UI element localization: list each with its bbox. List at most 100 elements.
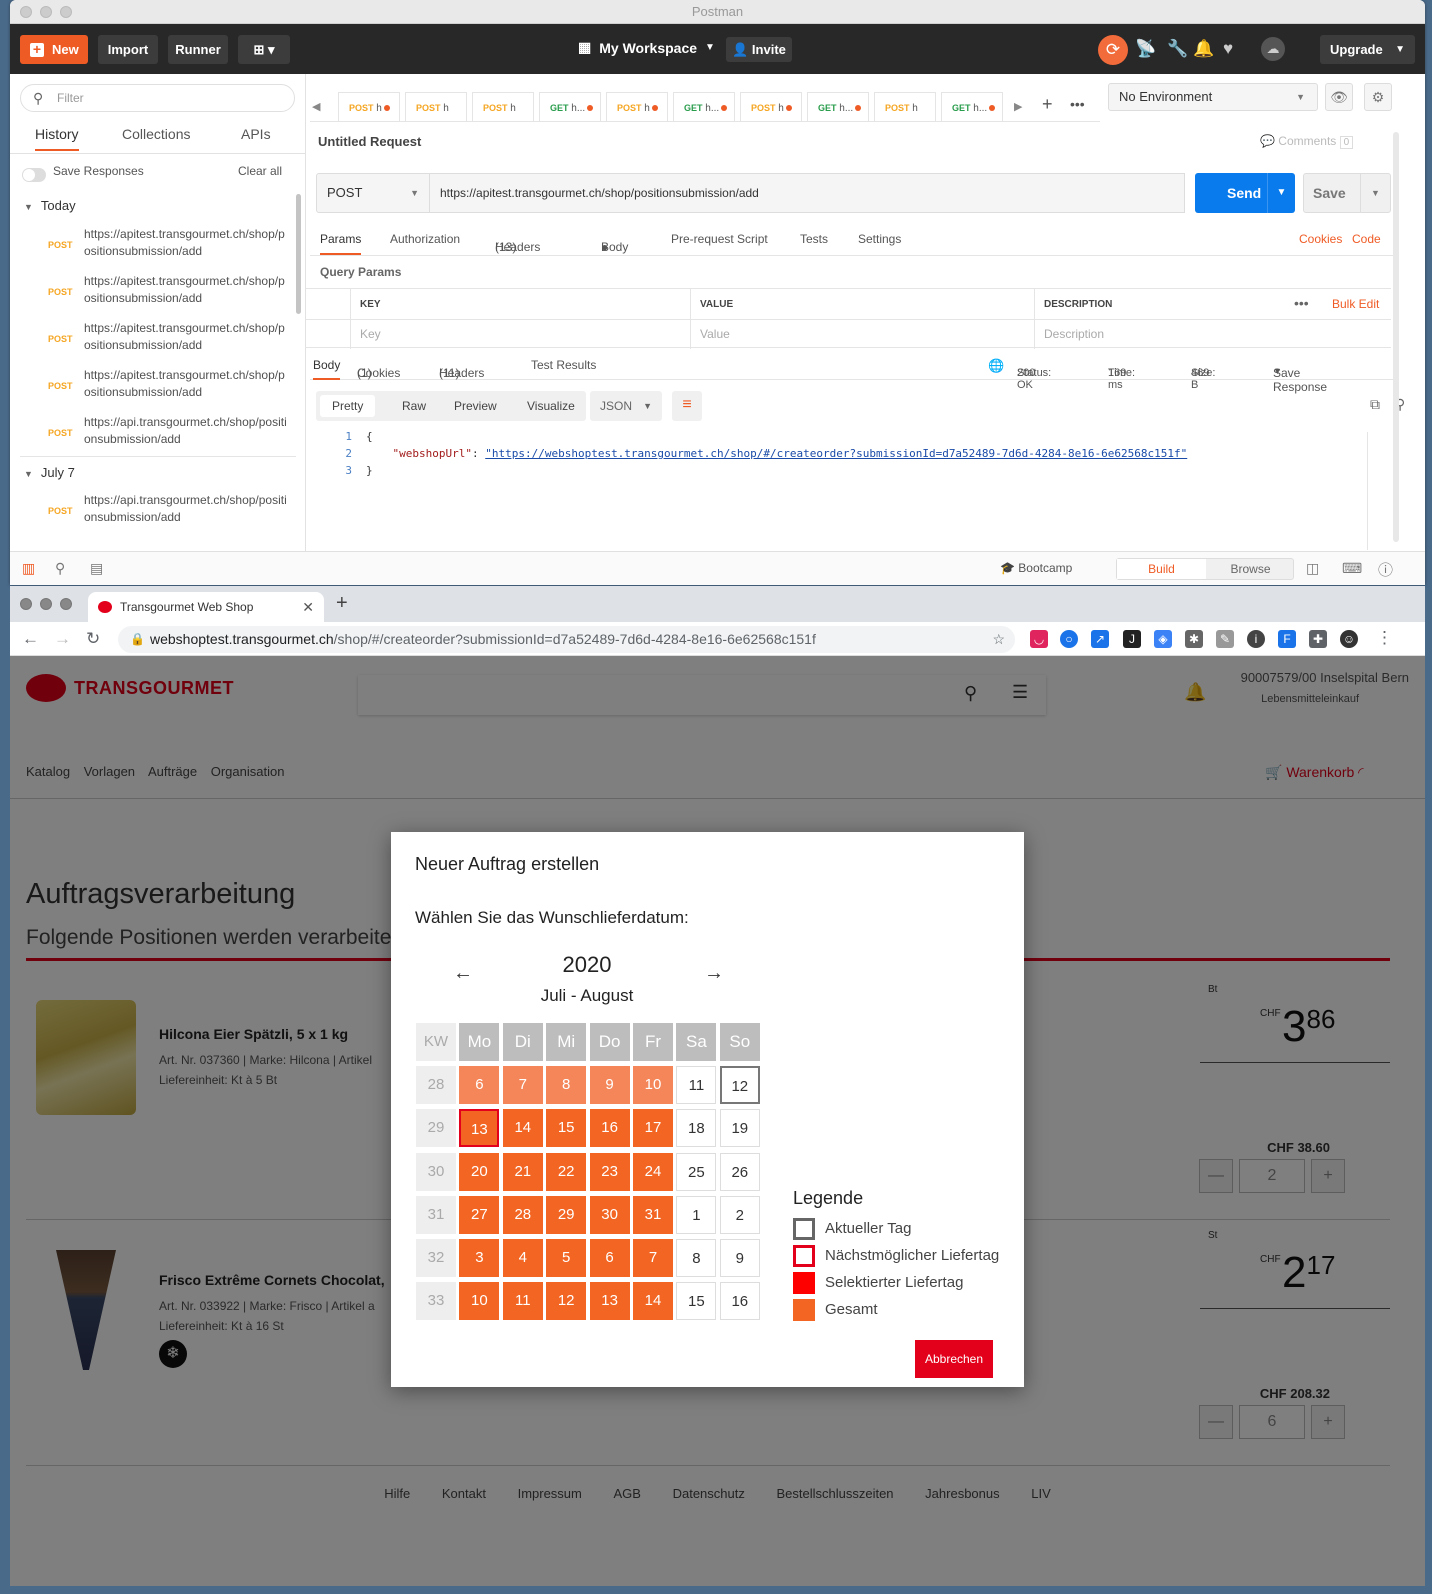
calendar-day-available[interactable]: 6 xyxy=(589,1239,630,1277)
calendar-day-available[interactable]: 20 xyxy=(459,1152,500,1191)
json-url-value[interactable]: "https://webshoptest.transgourmet.ch/sho… xyxy=(485,447,1187,460)
workspace-selector[interactable]: ▦ My Workspace ▼ xyxy=(578,39,715,56)
forward-icon[interactable]: → xyxy=(54,629,71,649)
satellite-icon[interactable]: 📡 xyxy=(1135,39,1156,59)
save-button[interactable]: Save ▼ xyxy=(1303,173,1391,213)
calendar-day-available[interactable]: 7 xyxy=(502,1066,543,1105)
cookies-link[interactable]: Cookies xyxy=(1299,232,1342,246)
request-tab[interactable]: POST h xyxy=(606,92,668,122)
copy-icon[interactable]: ⧉ xyxy=(1370,396,1380,413)
calendar-day-available[interactable]: 14 xyxy=(633,1282,673,1321)
minimize-window-button[interactable] xyxy=(40,6,52,18)
request-tab[interactable]: POST h xyxy=(874,92,936,122)
import-button[interactable]: Import xyxy=(98,35,158,64)
calendar-day-available[interactable]: 4 xyxy=(502,1239,543,1277)
calendar-day-available[interactable]: 15 xyxy=(546,1109,587,1148)
new-window-dropdown[interactable]: ⊞ ▾ xyxy=(238,35,290,64)
close-tab-icon[interactable]: ✕ xyxy=(302,592,314,622)
scroll-left-icon[interactable]: ◀ xyxy=(312,100,320,113)
bulk-edit-link[interactable]: Bulk Edit xyxy=(1332,297,1379,311)
address-bar[interactable]: 🔒 webshoptest.transgourmet.ch/shop/#/cre… xyxy=(118,626,1015,653)
bootcamp-button[interactable]: 🎓 Bootcamp xyxy=(1000,561,1072,575)
browse-button[interactable]: Browse xyxy=(1206,559,1295,579)
value-input[interactable]: Value xyxy=(700,327,730,341)
view-pretty[interactable]: Pretty xyxy=(320,395,376,417)
calendar-day-available[interactable]: 6 xyxy=(459,1066,500,1105)
share-icon[interactable]: ↗ xyxy=(1091,630,1109,648)
format-select[interactable]: JSON ▼ xyxy=(590,391,662,421)
tab-history[interactable]: History xyxy=(35,126,79,151)
send-button[interactable]: Send ▼ xyxy=(1195,173,1295,213)
history-item[interactable]: POST https://apitest.transgourmet.ch/shop… xyxy=(10,320,296,367)
add-tab-icon[interactable]: + xyxy=(1042,94,1053,115)
sidebar-toggle-icon[interactable]: ▥ xyxy=(22,560,35,577)
code-scrollbar[interactable] xyxy=(1367,432,1381,550)
calendar-day-available[interactable]: 21 xyxy=(502,1152,543,1191)
tab-prerequest[interactable]: Pre-request Script xyxy=(671,232,768,246)
reload-icon[interactable]: ↻ xyxy=(86,629,100,649)
calendar-day-available[interactable]: 22 xyxy=(546,1152,587,1191)
close-window-button[interactable] xyxy=(20,598,32,610)
request-tab[interactable]: POST h xyxy=(405,92,467,122)
more-options-icon[interactable]: ••• xyxy=(1294,295,1309,311)
chrome-menu-icon[interactable]: ⋮ xyxy=(1376,628,1393,648)
runner-button[interactable]: Runner xyxy=(168,35,228,64)
avatar[interactable]: ☺ xyxy=(1340,630,1358,648)
filter-input[interactable]: ⚲ Filter xyxy=(20,84,295,112)
calendar-day-available[interactable]: 17 xyxy=(633,1109,673,1148)
request-tab[interactable]: POST h xyxy=(472,92,534,122)
heart-icon[interactable]: ♥ xyxy=(1223,39,1233,59)
calendar-day-available[interactable]: 9 xyxy=(589,1066,630,1105)
calendar-day-available[interactable]: 24 xyxy=(633,1152,673,1191)
cancel-button[interactable]: Abbrechen xyxy=(915,1340,993,1378)
tab-authorization[interactable]: Authorization xyxy=(390,232,460,246)
request-tab[interactable]: POST h xyxy=(740,92,802,122)
keyboard-icon[interactable]: ⌨ xyxy=(1342,560,1362,577)
calendar-day-available[interactable]: 7 xyxy=(633,1239,673,1277)
find-icon[interactable]: ⚲ xyxy=(55,560,65,577)
bell-icon[interactable]: 🔔 xyxy=(1193,39,1214,59)
bookmark-star-icon[interactable]: ☆ xyxy=(992,626,1005,653)
request-tab[interactable]: GET h... xyxy=(539,92,601,122)
main-scrollbar[interactable] xyxy=(1393,132,1399,542)
description-input[interactable]: Description xyxy=(1044,327,1104,341)
wrap-lines-icon[interactable]: ≡ xyxy=(672,391,702,421)
url-input[interactable]: https://apitest.transgourmet.ch/shop/pos… xyxy=(429,173,1185,213)
view-raw[interactable]: Raw xyxy=(402,399,426,413)
send-options-dropdown[interactable]: ▼ xyxy=(1267,173,1295,213)
new-tab-icon[interactable]: + xyxy=(336,592,348,615)
zoom-window-button[interactable] xyxy=(60,598,72,610)
calendar-day-available[interactable]: 27 xyxy=(459,1195,500,1234)
invite-button[interactable]: 👤 Invite xyxy=(726,37,792,62)
view-visualize[interactable]: Visualize xyxy=(527,399,575,413)
tab-tests[interactable]: Tests xyxy=(800,232,828,246)
calendar-day-available[interactable]: 16 xyxy=(589,1109,630,1148)
calendar-day-available[interactable]: 11 xyxy=(502,1282,543,1321)
gear-icon[interactable]: ⚙ xyxy=(1364,83,1392,111)
minimize-window-button[interactable] xyxy=(40,598,52,610)
comments-button[interactable]: 💬 Comments 0 xyxy=(1260,134,1354,149)
info-icon[interactable]: i xyxy=(1247,630,1265,648)
next-month-icon[interactable]: → xyxy=(704,962,724,985)
sync-icon[interactable]: ⟳ xyxy=(1098,35,1128,65)
cube-icon[interactable]: ◈ xyxy=(1154,630,1172,648)
history-item[interactable]: POST https://api.transgourmet.ch/shop/pos… xyxy=(10,492,296,539)
help-icon[interactable]: ⓘ xyxy=(1378,559,1393,580)
request-tab[interactable]: GET h... xyxy=(941,92,1003,122)
calendar-day-available[interactable]: 10 xyxy=(633,1066,673,1105)
calendar-day-available[interactable]: 13 xyxy=(589,1282,630,1321)
console-icon[interactable]: ▤ xyxy=(90,560,103,577)
view-preview[interactable]: Preview xyxy=(454,399,497,413)
history-item[interactable]: POST https://api.transgourmet.ch/shop/pos… xyxy=(10,414,296,461)
calendar-day-available[interactable]: 28 xyxy=(502,1195,543,1234)
calendar-day-available[interactable]: 8 xyxy=(546,1066,587,1105)
puzzle-tool-icon[interactable]: ✎ xyxy=(1216,630,1234,648)
history-item[interactable]: POST https://apitest.transgourmet.ch/shop… xyxy=(10,226,296,273)
extension-search-icon[interactable]: ○ xyxy=(1060,630,1078,648)
two-pane-icon[interactable]: ◫ xyxy=(1306,560,1319,577)
calendar-day-available[interactable]: 3 xyxy=(459,1239,500,1277)
calendar-day-available[interactable]: 14 xyxy=(502,1109,543,1148)
history-item[interactable]: POST https://apitest.transgourmet.ch/shop… xyxy=(10,367,296,414)
clear-all-button[interactable]: Clear all xyxy=(238,164,282,178)
history-group-july-7[interactable]: ▼ July 7 xyxy=(24,465,75,480)
